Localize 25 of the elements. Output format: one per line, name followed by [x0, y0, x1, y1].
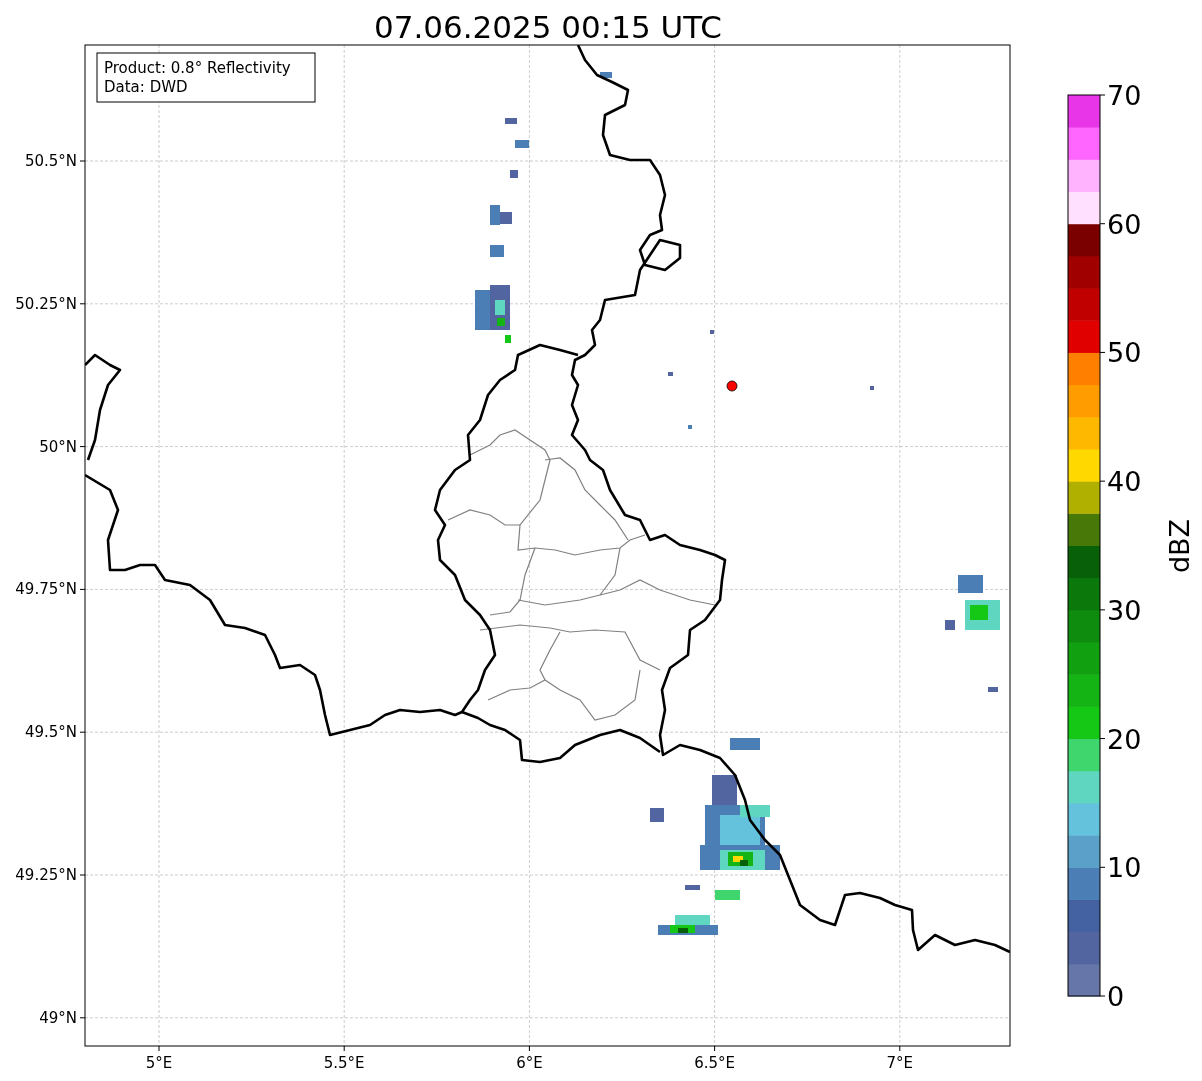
- colorbar-tick-label: 10: [1107, 852, 1142, 884]
- colorbar-tick-label: 60: [1107, 208, 1142, 240]
- colorbar-label: dBZ: [1164, 518, 1195, 574]
- latitude-label: 50°N: [39, 437, 77, 456]
- latitude-label: 50.5°N: [24, 152, 77, 170]
- colorbar-tick-label: 30: [1107, 594, 1142, 626]
- longitude-label: 6.5°E: [694, 1054, 735, 1072]
- latitude-label: 49.75°N: [15, 580, 77, 599]
- longitude-label: 5°E: [145, 1054, 173, 1072]
- latitude-label: 49°N: [39, 1008, 77, 1027]
- colorbar-tick-label: 0: [1107, 981, 1125, 1012]
- longitude-label: 5.5°E: [323, 1054, 365, 1072]
- info-text: Product: 0.8° Reflectivity: [104, 59, 291, 77]
- chart-title: 07.06.2025 00:15 UTC: [374, 9, 722, 45]
- latitude-label: 50.25°N: [15, 294, 77, 313]
- info-text: Data: DWD: [104, 78, 188, 96]
- longitude-label: 6°E: [516, 1054, 543, 1072]
- colorbar-tick-label: 50: [1107, 337, 1142, 369]
- longitude-label: 7°E: [886, 1054, 914, 1072]
- radar-site-marker: [726, 380, 738, 392]
- colorbar-tick-label: 40: [1107, 466, 1142, 498]
- colorbar-tick-label: 20: [1107, 723, 1142, 755]
- latitude-label: 49.25°N: [15, 866, 77, 884]
- latitude-label: 49.5°N: [24, 723, 77, 742]
- colorbar-tick-label: 70: [1107, 80, 1142, 111]
